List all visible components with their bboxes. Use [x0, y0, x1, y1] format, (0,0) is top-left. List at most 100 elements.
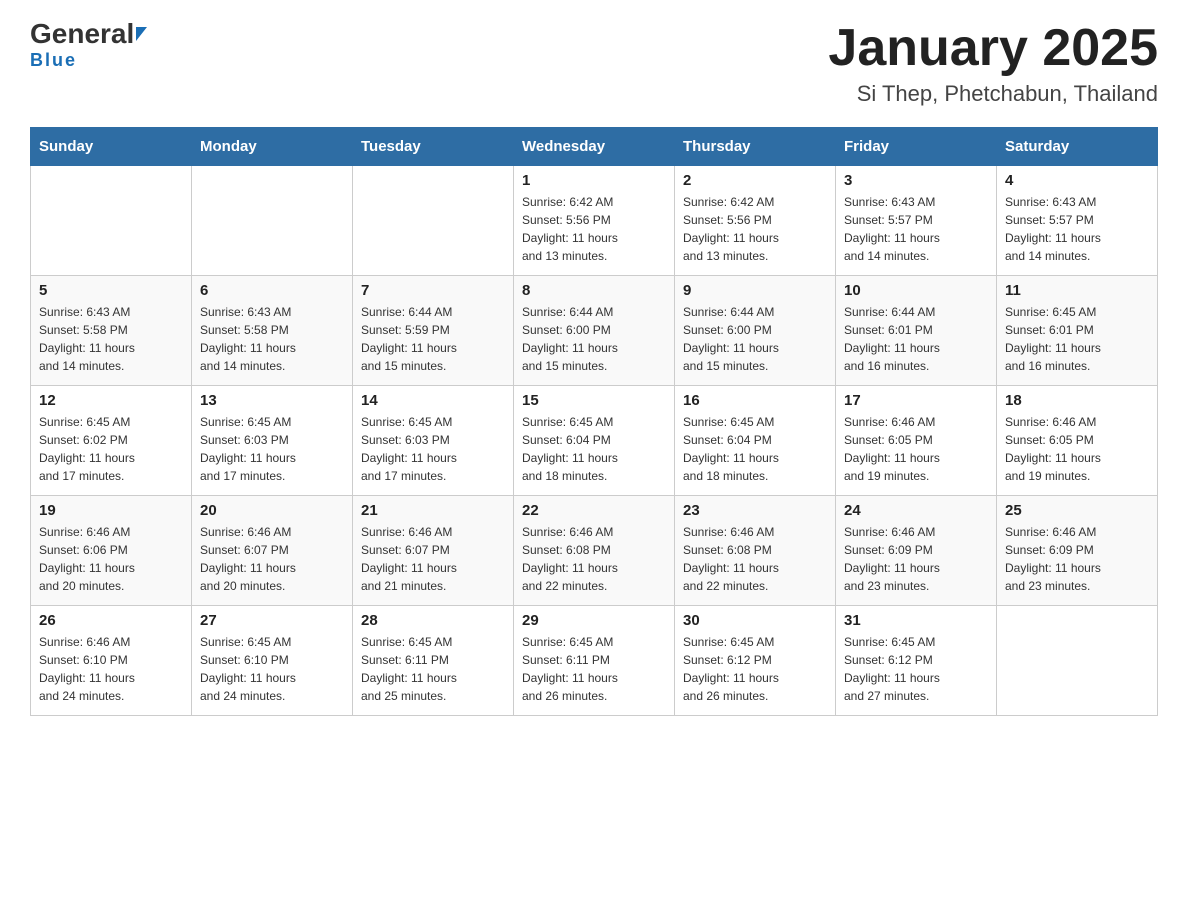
week-row-2: 5 Sunrise: 6:43 AM Sunset: 5:58 PM Daylig… — [31, 276, 1158, 386]
day-number: 28 — [361, 612, 505, 629]
calendar-cell: 30 Sunrise: 6:45 AM Sunset: 6:12 PM Dayli… — [675, 606, 836, 716]
calendar-cell: 6Sunrise: 6:43 AM Sunset: 5:58 PM Daylig… — [192, 276, 353, 386]
day-info: Sunrise: 6:45 AM Sunset: 6:12 PM Dayligh… — [683, 633, 827, 705]
day-info: Sunrise: 6:46 AM Sunset: 6:10 PM Dayligh… — [39, 633, 183, 705]
day-info: Sunrise: 6:46 AM Sunset: 6:08 PM Dayligh… — [683, 523, 827, 595]
day-info: Sunrise: 6:46 AM Sunset: 6:07 PM Dayligh… — [200, 523, 344, 595]
day-number: 13 — [200, 392, 344, 409]
day-info: Sunrise: 6:45 AM Sunset: 6:01 PM Dayligh… — [1005, 303, 1149, 375]
day-info: Sunrise: 6:44 AM Sunset: 6:01 PM Dayligh… — [844, 303, 988, 375]
calendar-cell: 21 Sunrise: 6:46 AM Sunset: 6:07 PM Dayli… — [353, 496, 514, 606]
calendar-cell: 29 Sunrise: 6:45 AM Sunset: 6:11 PM Dayli… — [514, 606, 675, 716]
day-number: 31 — [844, 612, 988, 629]
day-number: 18 — [1005, 392, 1149, 409]
day-info: Sunrise: 6:42 AM Sunset: 5:56 PM Dayligh… — [683, 193, 827, 265]
calendar-cell: 18 Sunrise: 6:46 AM Sunset: 6:05 PM Dayli… — [997, 386, 1158, 496]
calendar-cell: 8 Sunrise: 6:44 AM Sunset: 6:00 PM Daylig… — [514, 276, 675, 386]
day-number: 17 — [844, 392, 988, 409]
calendar-cell: 1 Sunrise: 6:42 AM Sunset: 5:56 PM Daylig… — [514, 166, 675, 276]
calendar-cell: 12 Sunrise: 6:45 AM Sunset: 6:02 PM Dayli… — [31, 386, 192, 496]
calendar-cell: 14Sunrise: 6:45 AM Sunset: 6:03 PM Dayli… — [353, 386, 514, 496]
day-number: 1 — [522, 172, 666, 189]
day-info: Sunrise: 6:46 AM Sunset: 6:05 PM Dayligh… — [844, 413, 988, 485]
header-cell-monday: Monday — [192, 128, 353, 166]
day-number: 21 — [361, 502, 505, 519]
page-title: January 2025 — [828, 20, 1158, 77]
calendar-cell: 2 Sunrise: 6:42 AM Sunset: 5:56 PM Daylig… — [675, 166, 836, 276]
calendar-cell — [997, 606, 1158, 716]
day-number: 10 — [844, 282, 988, 299]
day-number: 4 — [1005, 172, 1149, 189]
day-info: Sunrise: 6:45 AM Sunset: 6:12 PM Dayligh… — [844, 633, 988, 705]
page-header: General Blue January 2025 Si Thep, Phetc… — [30, 20, 1158, 107]
day-number: 12 — [39, 392, 183, 409]
day-info: Sunrise: 6:46 AM Sunset: 6:07 PM Dayligh… — [361, 523, 505, 595]
page-subtitle: Si Thep, Phetchabun, Thailand — [828, 81, 1158, 107]
day-number: 26 — [39, 612, 183, 629]
day-number: 29 — [522, 612, 666, 629]
calendar-cell: 9 Sunrise: 6:44 AM Sunset: 6:00 PM Daylig… — [675, 276, 836, 386]
calendar-cell: 17 Sunrise: 6:46 AM Sunset: 6:05 PM Dayli… — [836, 386, 997, 496]
day-number: 27 — [200, 612, 344, 629]
header-cell-thursday: Thursday — [675, 128, 836, 166]
calendar-cell: 5 Sunrise: 6:43 AM Sunset: 5:58 PM Daylig… — [31, 276, 192, 386]
calendar-cell: 27 Sunrise: 6:45 AM Sunset: 6:10 PM Dayli… — [192, 606, 353, 716]
calendar-cell: 10 Sunrise: 6:44 AM Sunset: 6:01 PM Dayli… — [836, 276, 997, 386]
calendar-cell: 16 Sunrise: 6:45 AM Sunset: 6:04 PM Dayli… — [675, 386, 836, 496]
calendar-cell — [31, 166, 192, 276]
day-info: Sunrise: 6:45 AM Sunset: 6:11 PM Dayligh… — [522, 633, 666, 705]
day-info: Sunrise: 6:45 AM Sunset: 6:04 PM Dayligh… — [683, 413, 827, 485]
day-number: 8 — [522, 282, 666, 299]
header-cell-wednesday: Wednesday — [514, 128, 675, 166]
calendar-cell — [192, 166, 353, 276]
header-cell-tuesday: Tuesday — [353, 128, 514, 166]
day-number: 7 — [361, 282, 505, 299]
week-row-4: 19Sunrise: 6:46 AM Sunset: 6:06 PM Dayli… — [31, 496, 1158, 606]
day-number: 25 — [1005, 502, 1149, 519]
day-number: 15 — [522, 392, 666, 409]
day-info: Sunrise: 6:46 AM Sunset: 6:05 PM Dayligh… — [1005, 413, 1149, 485]
day-number: 16 — [683, 392, 827, 409]
calendar-cell: 28 Sunrise: 6:45 AM Sunset: 6:11 PM Dayli… — [353, 606, 514, 716]
day-info: Sunrise: 6:46 AM Sunset: 6:09 PM Dayligh… — [1005, 523, 1149, 595]
week-row-5: 26 Sunrise: 6:46 AM Sunset: 6:10 PM Dayli… — [31, 606, 1158, 716]
day-number: 30 — [683, 612, 827, 629]
day-info: Sunrise: 6:44 AM Sunset: 6:00 PM Dayligh… — [522, 303, 666, 375]
header-cell-saturday: Saturday — [997, 128, 1158, 166]
calendar-cell: 13 Sunrise: 6:45 AM Sunset: 6:03 PM Dayli… — [192, 386, 353, 496]
day-info: Sunrise: 6:44 AM Sunset: 6:00 PM Dayligh… — [683, 303, 827, 375]
day-number: 20 — [200, 502, 344, 519]
calendar-cell: 22Sunrise: 6:46 AM Sunset: 6:08 PM Dayli… — [514, 496, 675, 606]
header-cell-friday: Friday — [836, 128, 997, 166]
calendar-cell: 26 Sunrise: 6:46 AM Sunset: 6:10 PM Dayli… — [31, 606, 192, 716]
day-info: Sunrise: 6:45 AM Sunset: 6:11 PM Dayligh… — [361, 633, 505, 705]
day-info: Sunrise: 6:45 AM Sunset: 6:03 PM Dayligh… — [200, 413, 344, 485]
calendar-cell: 25 Sunrise: 6:46 AM Sunset: 6:09 PM Dayli… — [997, 496, 1158, 606]
day-number: 19 — [39, 502, 183, 519]
day-number: 23 — [683, 502, 827, 519]
day-info: Sunrise: 6:45 AM Sunset: 6:10 PM Dayligh… — [200, 633, 344, 705]
header-row: SundayMondayTuesdayWednesdayThursdayFrid… — [31, 128, 1158, 166]
calendar-cell: 20 Sunrise: 6:46 AM Sunset: 6:07 PM Dayli… — [192, 496, 353, 606]
day-info: Sunrise: 6:44 AM Sunset: 5:59 PM Dayligh… — [361, 303, 505, 375]
calendar-cell: 23 Sunrise: 6:46 AM Sunset: 6:08 PM Dayli… — [675, 496, 836, 606]
calendar-cell: 24 Sunrise: 6:46 AM Sunset: 6:09 PM Dayli… — [836, 496, 997, 606]
calendar-table: SundayMondayTuesdayWednesdayThursdayFrid… — [30, 127, 1158, 716]
day-info: Sunrise: 6:45 AM Sunset: 6:02 PM Dayligh… — [39, 413, 183, 485]
calendar-cell: 4 Sunrise: 6:43 AM Sunset: 5:57 PM Daylig… — [997, 166, 1158, 276]
day-info: Sunrise: 6:46 AM Sunset: 6:09 PM Dayligh… — [844, 523, 988, 595]
day-number: 24 — [844, 502, 988, 519]
calendar-header: SundayMondayTuesdayWednesdayThursdayFrid… — [31, 128, 1158, 166]
logo: General Blue — [30, 20, 147, 71]
day-info: Sunrise: 6:45 AM Sunset: 6:04 PM Dayligh… — [522, 413, 666, 485]
day-number: 9 — [683, 282, 827, 299]
calendar-cell: 31 Sunrise: 6:45 AM Sunset: 6:12 PM Dayli… — [836, 606, 997, 716]
day-number: 11 — [1005, 282, 1149, 299]
day-info: Sunrise: 6:43 AM Sunset: 5:58 PM Dayligh… — [39, 303, 183, 375]
day-number: 2 — [683, 172, 827, 189]
day-number: 3 — [844, 172, 988, 189]
day-info: Sunrise: 6:43 AM Sunset: 5:57 PM Dayligh… — [1005, 193, 1149, 265]
day-info: Sunrise: 6:42 AM Sunset: 5:56 PM Dayligh… — [522, 193, 666, 265]
calendar-cell: 15 Sunrise: 6:45 AM Sunset: 6:04 PM Dayli… — [514, 386, 675, 496]
day-number: 5 — [39, 282, 183, 299]
